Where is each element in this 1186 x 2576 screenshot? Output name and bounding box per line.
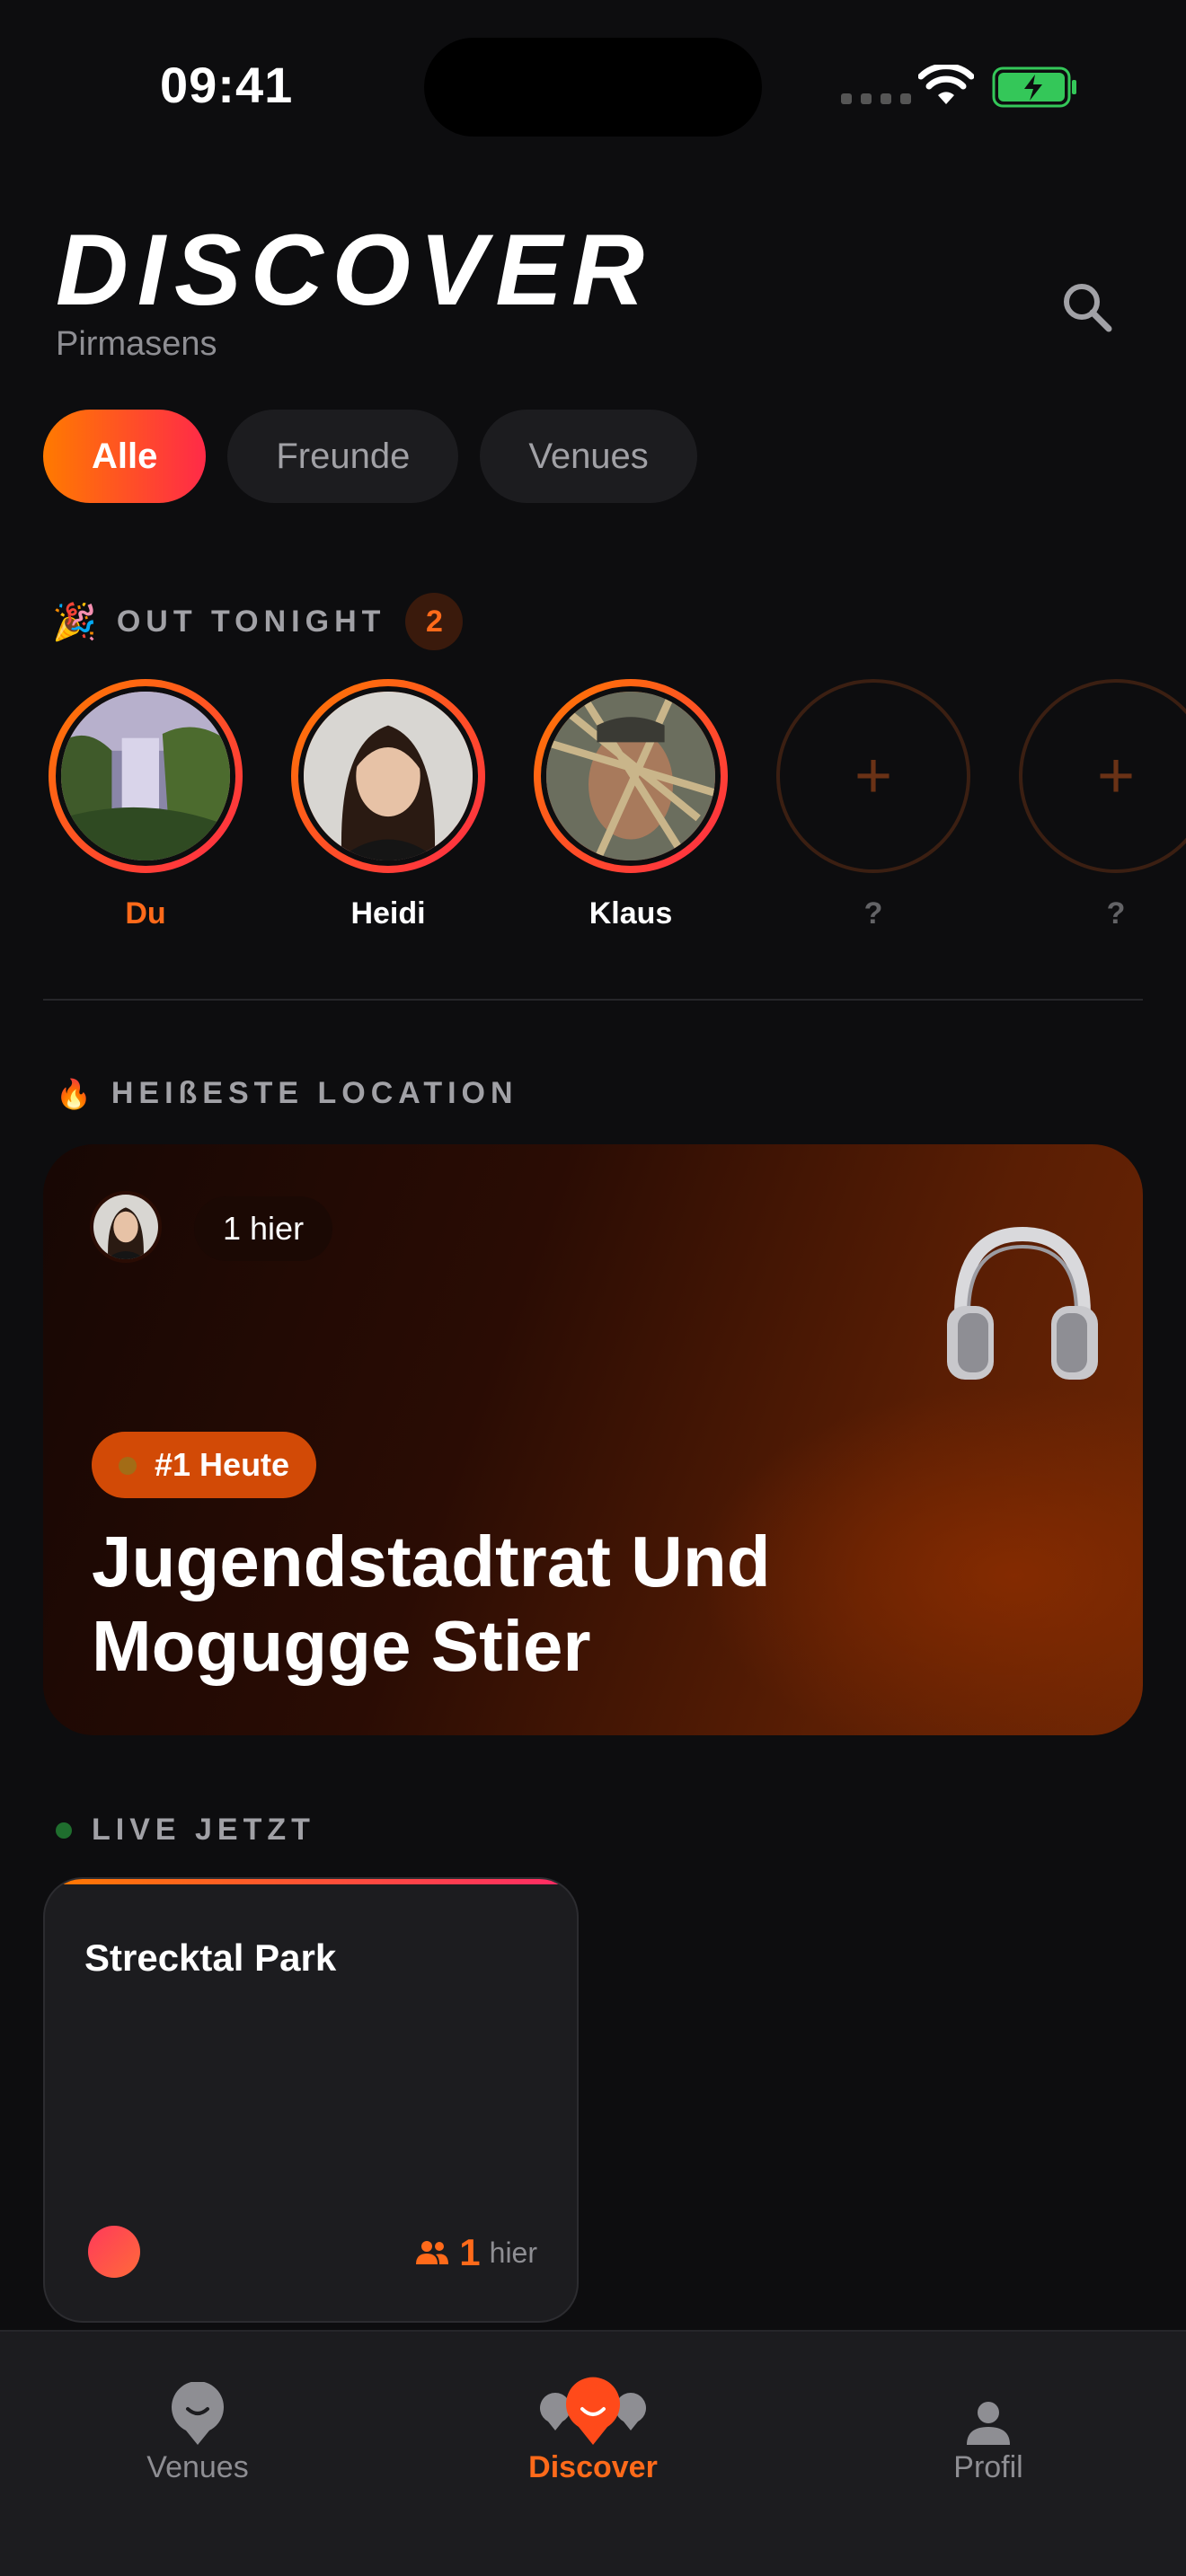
page-title: DISCOVER — [56, 214, 653, 326]
friend-empty-slot[interactable]: + ? — [776, 679, 970, 931]
section-divider — [43, 999, 1143, 1001]
party-popper-icon: 🎉 — [52, 602, 97, 642]
add-friend-slot: + — [776, 679, 970, 873]
rank-badge: #1 Heute — [92, 1432, 317, 1498]
rank-dot — [119, 1457, 137, 1475]
tab-venues[interactable]: Venues — [63, 2348, 332, 2485]
venue-pin-icon — [172, 2382, 224, 2445]
hottest-location-card[interactable]: 1 hier #1 Heute Jugendstadtrat Und Mogug… — [43, 1144, 1143, 1735]
fire-icon: 🔥 — [56, 1077, 92, 1110]
person-icon — [967, 2402, 1010, 2445]
live-indicator-dot — [56, 1822, 72, 1839]
people-count-number: 1 — [459, 2231, 481, 2273]
rank-label: #1 Heute — [155, 1446, 290, 1483]
avatar-waterfall — [56, 686, 235, 866]
tab-label: Venues — [146, 2450, 249, 2484]
filter-chips: Alle Freunde Venues — [43, 410, 697, 503]
filter-chip-freunde[interactable]: Freunde — [227, 410, 459, 503]
add-friend-slot: + — [1019, 679, 1186, 873]
tab-label: Discover — [528, 2450, 658, 2484]
avatar-ring — [534, 679, 728, 873]
live-now-header: LIVE JETZT — [56, 1813, 315, 1848]
live-venue-card[interactable]: Strecktal Park 1 hier — [43, 1877, 579, 2323]
live-now-title: LIVE JETZT — [92, 1813, 315, 1847]
search-icon[interactable] — [1058, 278, 1116, 336]
filter-chip-venues[interactable]: Venues — [480, 410, 697, 503]
friend-klaus[interactable]: Klaus — [534, 679, 728, 931]
tab-label: Profil — [953, 2450, 1023, 2484]
here-count-pill: 1 hier — [194, 1196, 333, 1261]
avatar-man-palm — [541, 686, 721, 866]
avatar-ring — [49, 679, 243, 873]
out-tonight-count-badge: 2 — [405, 593, 464, 650]
battery-charging-icon — [992, 66, 1076, 108]
status-bar: 09:41 — [0, 0, 1186, 180]
cellular-signal-icon — [841, 93, 911, 104]
venue-name-line: Mogugge Stier — [92, 1606, 591, 1686]
avatar — [90, 1191, 162, 1263]
headphones-icon — [947, 1226, 1098, 1380]
friend-name: Heidi — [350, 896, 426, 931]
status-time: 09:41 — [160, 57, 294, 113]
friend-empty-slot[interactable]: + ? — [1019, 679, 1186, 931]
plus-icon: + — [854, 740, 893, 812]
friend-du[interactable]: Du — [49, 679, 243, 931]
hottest-location-header: 🔥 HEIßESTE LOCATION — [56, 1076, 518, 1111]
wifi-icon — [918, 65, 974, 104]
venue-name: Jugendstadtrat Und Mogugge Stier — [92, 1520, 990, 1689]
people-count: 1 hier — [414, 2231, 537, 2274]
friend-name: Du — [125, 896, 166, 931]
tab-bar: Venues Discover Profil — [0, 2330, 1186, 2576]
city-label: Pirmasens — [56, 325, 217, 363]
avatar-ring — [291, 679, 485, 873]
avatar — [88, 2226, 140, 2278]
venue-name: Strecktal Park — [84, 1936, 337, 1979]
friend-heidi[interactable]: Heidi — [291, 679, 485, 931]
tab-discover[interactable]: Discover — [458, 2348, 728, 2485]
discover-pins-icon — [540, 2377, 646, 2445]
friend-name: ? — [1106, 896, 1126, 931]
card-accent-bar — [45, 1879, 577, 1884]
friend-name: ? — [863, 896, 883, 931]
friends-row: Du Heidi Klaus + ? + ? — [49, 679, 1186, 931]
dynamic-island — [424, 38, 762, 137]
plus-icon: + — [1096, 740, 1136, 812]
avatar-woman-portrait — [298, 686, 478, 866]
out-tonight-title: OUT TONIGHT — [116, 604, 386, 639]
hottest-location-title: HEIßESTE LOCATION — [111, 1076, 518, 1110]
venue-name-line: Jugendstadtrat Und — [92, 1522, 771, 1601]
out-tonight-header: 🎉 OUT TONIGHT 2 — [52, 593, 464, 650]
tab-profil[interactable]: Profil — [854, 2348, 1123, 2485]
filter-chip-alle[interactable]: Alle — [43, 410, 207, 503]
people-icon — [416, 2241, 449, 2264]
people-count-label: hier — [489, 2236, 537, 2269]
friend-name: Klaus — [589, 896, 673, 931]
